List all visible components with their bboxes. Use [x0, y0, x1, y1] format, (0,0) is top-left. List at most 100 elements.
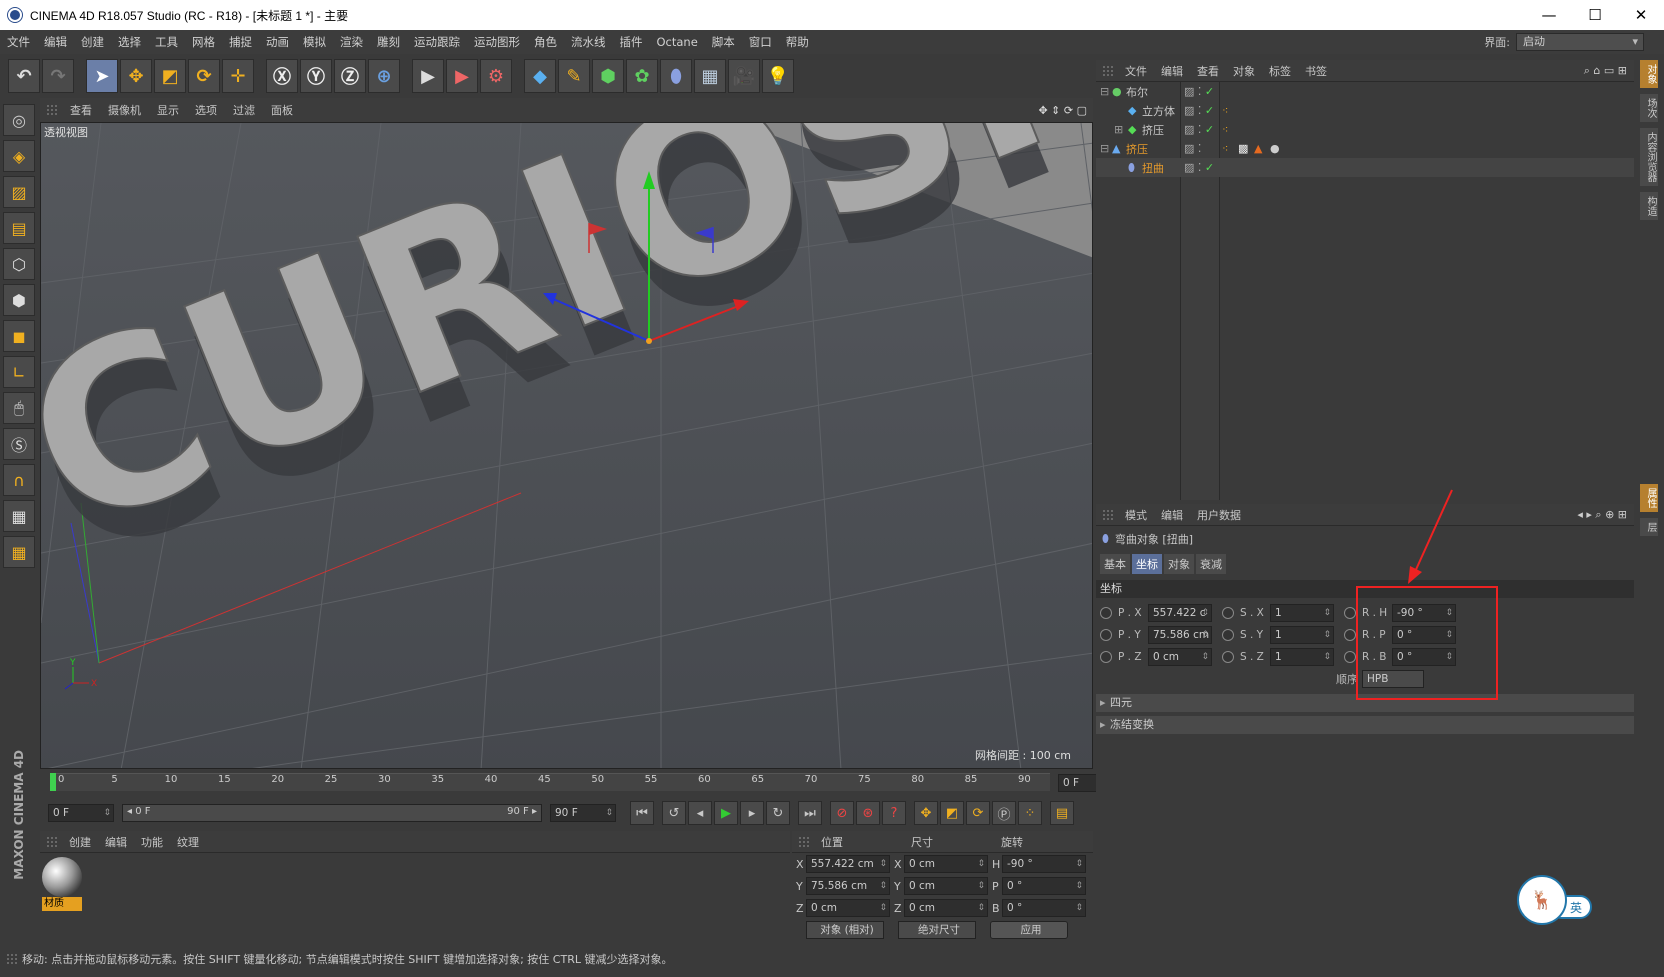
- object-name[interactable]: 挤压: [1126, 141, 1148, 157]
- rotation-p-field[interactable]: 0 °: [1002, 877, 1086, 895]
- anim-radio[interactable]: [1222, 651, 1234, 663]
- om-menu-view[interactable]: 查看: [1190, 63, 1226, 79]
- polygons-mode-icon[interactable]: ◼: [3, 320, 35, 352]
- move-icon[interactable]: ✥: [120, 59, 152, 93]
- s-y-field[interactable]: 1: [1270, 626, 1334, 644]
- attr-menu-mode[interactable]: 模式: [1118, 507, 1154, 523]
- scale-icon[interactable]: ◩: [154, 59, 186, 93]
- grip-icon[interactable]: [1102, 64, 1114, 77]
- menu-character[interactable]: 角色: [527, 34, 564, 50]
- object-name[interactable]: 扭曲: [1142, 160, 1164, 176]
- axis-y-icon[interactable]: Ⓨ: [300, 59, 332, 93]
- texture-mode-icon[interactable]: ▨: [3, 176, 35, 208]
- key-scale-icon[interactable]: ◩: [940, 801, 964, 825]
- menu-motion-tracking[interactable]: 运动跟踪: [407, 34, 467, 50]
- position-y-field[interactable]: 75.586 cm: [806, 877, 890, 895]
- prev-frame-icon[interactable]: ◂: [688, 801, 712, 825]
- side-tab-objects[interactable]: 对象: [1640, 60, 1658, 88]
- object-name[interactable]: 布尔: [1126, 84, 1148, 100]
- visibility-toggle[interactable]: ▨ ⁚ ✓: [1184, 123, 1214, 136]
- size-y-field[interactable]: 0 cm: [904, 877, 988, 895]
- anim-radio[interactable]: [1344, 651, 1356, 663]
- menu-tools[interactable]: 工具: [148, 34, 185, 50]
- cloner-icon[interactable]: ✿: [626, 59, 658, 93]
- phong-tag-icon[interactable]: ⁖: [1222, 104, 1228, 117]
- menu-sculpt[interactable]: 雕刻: [370, 34, 407, 50]
- side-tab-structure[interactable]: 构造: [1640, 192, 1658, 220]
- om-menu-object[interactable]: 对象: [1226, 63, 1262, 79]
- visibility-toggle[interactable]: ▨ ⁚ ✓: [1184, 161, 1214, 174]
- menu-render[interactable]: 渲染: [333, 34, 370, 50]
- object-row[interactable]: ⊟ ▲ 挤压 ▨ ⁚ ⁖ ▩ ▲ ●: [1096, 139, 1634, 158]
- mat-menu-function[interactable]: 功能: [134, 834, 170, 850]
- snap-icon[interactable]: Ⓢ: [3, 428, 35, 460]
- cube-icon[interactable]: ◆: [524, 59, 556, 93]
- frame-range-slider[interactable]: ◂ 0 F 90 F ▸: [122, 804, 542, 822]
- tab-object[interactable]: 对象: [1164, 554, 1194, 574]
- redo-icon[interactable]: ↷: [42, 59, 74, 93]
- menu-window[interactable]: 窗口: [742, 34, 779, 50]
- vp-menu-camera[interactable]: 摄像机: [100, 102, 149, 118]
- menu-select[interactable]: 选择: [111, 34, 148, 50]
- next-key-icon[interactable]: ↻: [766, 801, 790, 825]
- attr-nav-icons[interactable]: ◂ ▸ ⌕ ⊕ ⊞: [1570, 508, 1634, 522]
- p-y-field[interactable]: 75.586 cm: [1148, 626, 1212, 644]
- position-z-field[interactable]: 0 cm: [806, 899, 890, 917]
- side-tab-content-browser[interactable]: 内容浏览器: [1640, 128, 1658, 186]
- object-name[interactable]: 立方体: [1142, 103, 1175, 119]
- menu-mesh[interactable]: 网格: [185, 34, 222, 50]
- selection-tag-icon[interactable]: ▲: [1254, 142, 1262, 155]
- edges-mode-icon[interactable]: ⬢: [3, 284, 35, 316]
- key-param-icon[interactable]: Ⓟ: [992, 801, 1016, 825]
- tab-falloff[interactable]: 衰减: [1196, 554, 1226, 574]
- rotation-b-field[interactable]: 0 °: [1002, 899, 1086, 917]
- anim-radio[interactable]: [1100, 651, 1112, 663]
- size-z-field[interactable]: 0 cm: [904, 899, 988, 917]
- grip-icon[interactable]: [46, 835, 58, 848]
- magnet-icon[interactable]: ∩: [3, 464, 35, 496]
- menu-animate[interactable]: 动画: [259, 34, 296, 50]
- key-position-icon[interactable]: ✥: [914, 801, 938, 825]
- menu-mograph[interactable]: 运动图形: [467, 34, 527, 50]
- render-picture-viewer-icon[interactable]: ▶: [446, 59, 478, 93]
- om-menu-edit[interactable]: 编辑: [1154, 63, 1190, 79]
- viewport-nav-icons[interactable]: ✥ ⇕ ⟳ ▢: [1030, 104, 1093, 117]
- texture-tag-icon[interactable]: ▩: [1238, 142, 1248, 155]
- visibility-toggle[interactable]: ▨ ⁚: [1184, 142, 1201, 155]
- layout-dropdown[interactable]: 启动: [1516, 33, 1644, 51]
- object-name[interactable]: 挤压: [1142, 122, 1164, 138]
- om-search-icon[interactable]: ⌕ ⌂ ▭ ⊞: [1577, 64, 1634, 78]
- anim-radio[interactable]: [1100, 629, 1112, 641]
- s-z-field[interactable]: 1: [1270, 648, 1334, 666]
- timeline-window-icon[interactable]: ▤: [1050, 801, 1074, 825]
- timeline[interactable]: 0 5 10 15 20 25 30 35 40 45 50 55 60 65 70 75 80 85 90 0 F: [40, 771, 1124, 795]
- menu-octane[interactable]: Octane: [650, 35, 705, 49]
- go-to-start-icon[interactable]: ⏮: [630, 801, 654, 825]
- menu-pipeline[interactable]: 流水线: [564, 34, 613, 50]
- prev-key-icon[interactable]: ↺: [662, 801, 686, 825]
- tab-basic[interactable]: 基本: [1100, 554, 1130, 574]
- attr-menu-userdata[interactable]: 用户数据: [1190, 507, 1248, 523]
- anim-radio[interactable]: [1344, 629, 1356, 641]
- vp-menu-display[interactable]: 显示: [149, 102, 187, 118]
- om-menu-file[interactable]: 文件: [1118, 63, 1154, 79]
- model-mode-icon[interactable]: ◈: [3, 140, 35, 172]
- start-frame-field[interactable]: 0 F: [48, 804, 114, 822]
- axis-mode-icon[interactable]: ∟: [3, 356, 35, 388]
- grip-icon[interactable]: [46, 104, 58, 116]
- record-keys-icon[interactable]: ⊘: [830, 801, 854, 825]
- phong-tag-icon[interactable]: ⁖: [1222, 142, 1228, 155]
- group-freeze-transform[interactable]: 冻结变换: [1096, 716, 1634, 734]
- size-mode-dropdown[interactable]: 绝对尺寸: [898, 921, 976, 939]
- position-x-field[interactable]: 557.422 cm: [806, 855, 890, 873]
- anim-radio[interactable]: [1222, 607, 1234, 619]
- menu-create[interactable]: 创建: [74, 34, 111, 50]
- floor-icon[interactable]: ▦: [694, 59, 726, 93]
- coord-mode-dropdown[interactable]: 对象 (相对): [806, 921, 884, 939]
- select-arrow-icon[interactable]: ➤: [86, 59, 118, 93]
- light-icon[interactable]: 💡: [762, 59, 794, 93]
- pen-icon[interactable]: ✎: [558, 59, 590, 93]
- visibility-toggle[interactable]: ▨ ⁚ ✓: [1184, 85, 1214, 98]
- side-tab-takes[interactable]: 场次: [1640, 94, 1658, 122]
- keyframe-selection-icon[interactable]: ?: [882, 801, 906, 825]
